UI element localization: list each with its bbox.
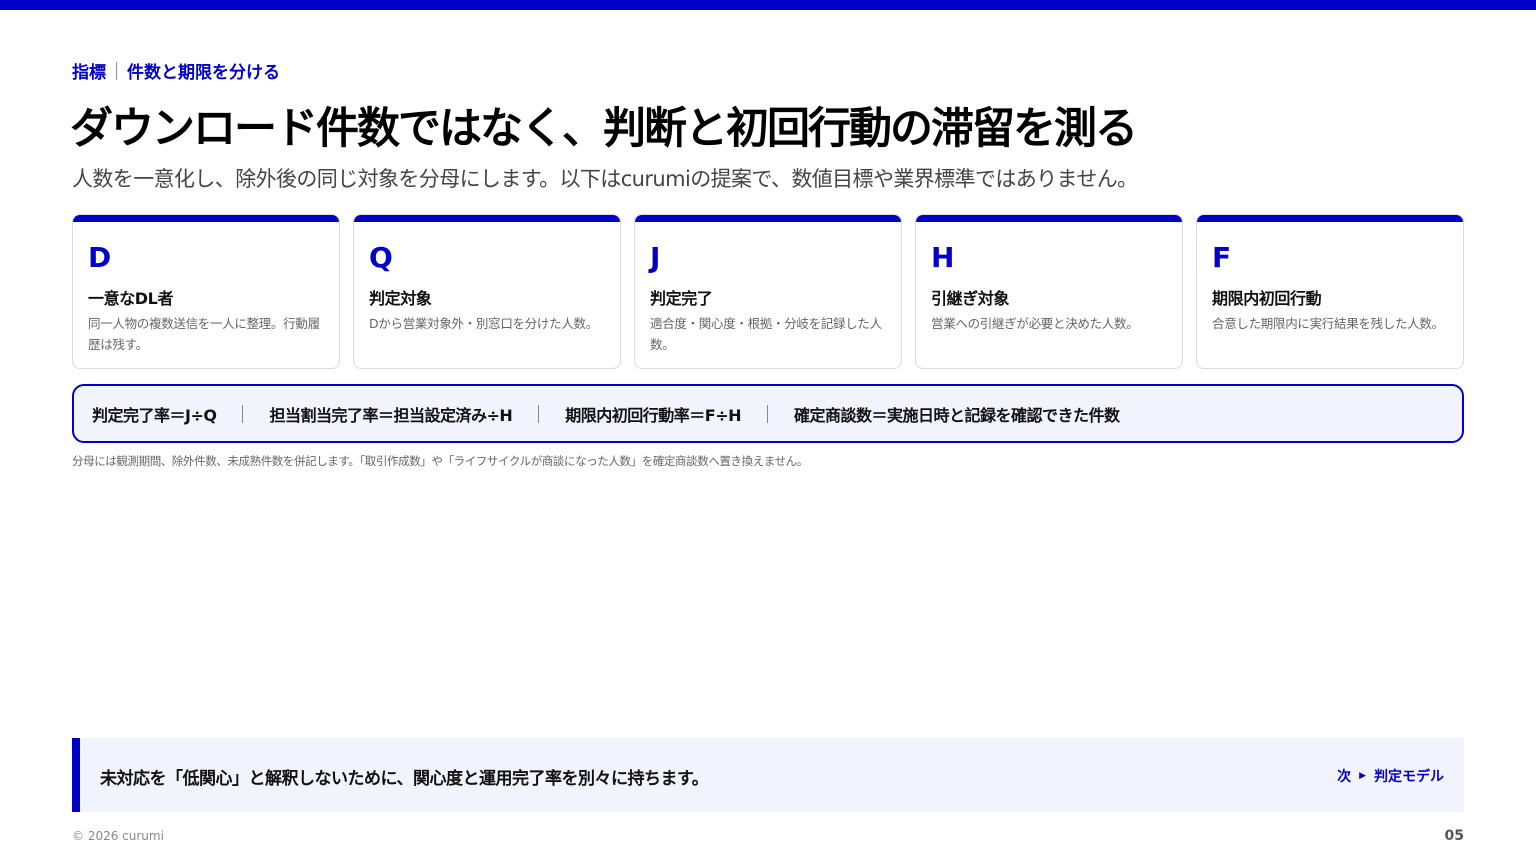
metric-card-f: F 期限内初回行動 合意した期限内に実行結果を残した人数。 bbox=[1196, 214, 1464, 369]
formula-first-action-rate: 期限内初回行動率＝F÷H bbox=[565, 405, 742, 425]
formula-divider bbox=[538, 404, 540, 423]
card-name: 期限内初回行動 bbox=[1212, 289, 1322, 308]
next-label: 次 bbox=[1337, 769, 1352, 785]
footnote: 分母には観測期間、除外件数、未成熟件数を併記します。「取引作成数」や「ライフサイ… bbox=[72, 454, 808, 468]
callout-accent-bar bbox=[72, 738, 80, 812]
takeaway-callout: 未対応を「低関心」と解釈しないために、関心度と運用完了率を別々に持ちます。 次 … bbox=[72, 738, 1464, 812]
page-title: ダウンロード件数ではなく、判断と初回行動の滞留を測る bbox=[70, 104, 1138, 154]
card-accent bbox=[635, 215, 901, 222]
card-description: 適合度・関心度・根拠・分岐を記録した人数。 bbox=[650, 316, 882, 352]
formula-assignment-rate: 担当割当完了率＝担当設定済み÷H bbox=[269, 405, 513, 425]
card-letter: Q bbox=[369, 241, 393, 274]
card-letter: F bbox=[1212, 241, 1232, 274]
copyright: © 2026 curumi bbox=[72, 829, 164, 843]
triangle-right-icon: ▶ bbox=[1359, 771, 1366, 781]
card-letter: J bbox=[650, 241, 661, 274]
kicker-category: 指標 bbox=[72, 63, 106, 83]
section-kicker: 指標 件数と期限を分ける bbox=[72, 58, 280, 83]
card-name: 判定対象 bbox=[369, 289, 432, 308]
card-accent bbox=[73, 215, 339, 222]
next-section-link[interactable]: 次 ▶ 判定モデル bbox=[1337, 766, 1444, 786]
card-name: 引継ぎ対象 bbox=[931, 289, 1010, 308]
card-name: 判定完了 bbox=[650, 289, 713, 308]
card-description: 同一人物の複数送信を一人に整理。行動履歴は残す。 bbox=[88, 316, 320, 352]
formula-divider bbox=[242, 404, 244, 423]
card-description: 営業への引継ぎが必要と決めた人数。 bbox=[931, 316, 1139, 331]
card-name: 一意なDL者 bbox=[88, 289, 174, 308]
card-letter: D bbox=[88, 241, 112, 274]
kicker-topic: 件数と期限を分ける bbox=[127, 63, 280, 83]
metric-card-q: Q 判定対象 Dから営業対象外・別窓口を分けた人数。 bbox=[353, 214, 621, 369]
card-accent bbox=[1197, 215, 1463, 222]
metric-card-j: J 判定完了 適合度・関心度・根拠・分岐を記録した人数。 bbox=[634, 214, 902, 369]
formula-judgment-rate: 判定完了率＝J÷Q bbox=[92, 405, 217, 425]
card-description: Dから営業対象外・別窓口を分けた人数。 bbox=[369, 316, 598, 331]
kicker-divider bbox=[116, 61, 117, 80]
formula-panel: 判定完了率＝J÷Q 担当割当完了率＝担当設定済み÷H 期限内初回行動率＝F÷H … bbox=[72, 384, 1464, 443]
page-subtitle: 人数を一意化し、除外後の同じ対象を分母にします。以下はcurumiの提案で、数値… bbox=[72, 167, 1138, 191]
card-accent bbox=[916, 215, 1182, 222]
metric-cards: D 一意なDL者 同一人物の複数送信を一人に整理。行動履歴は残す。 Q 判定対象… bbox=[72, 214, 1464, 369]
formula-divider bbox=[767, 404, 769, 423]
top-accent-bar bbox=[0, 0, 1536, 10]
next-target: 判定モデル bbox=[1374, 769, 1444, 785]
card-description: 合意した期限内に実行結果を残した人数。 bbox=[1212, 316, 1444, 331]
card-letter: H bbox=[931, 241, 955, 274]
metric-card-h: H 引継ぎ対象 営業への引継ぎが必要と決めた人数。 bbox=[915, 214, 1183, 369]
formula-confirmed-meetings: 確定商談数＝実施日時と記録を確認できた件数 bbox=[794, 405, 1120, 425]
callout-text: 未対応を「低関心」と解釈しないために、関心度と運用完了率を別々に持ちます。 bbox=[100, 769, 709, 789]
card-accent bbox=[354, 215, 620, 222]
metric-card-d: D 一意なDL者 同一人物の複数送信を一人に整理。行動履歴は残す。 bbox=[72, 214, 340, 369]
page-number: 05 bbox=[1444, 828, 1464, 844]
